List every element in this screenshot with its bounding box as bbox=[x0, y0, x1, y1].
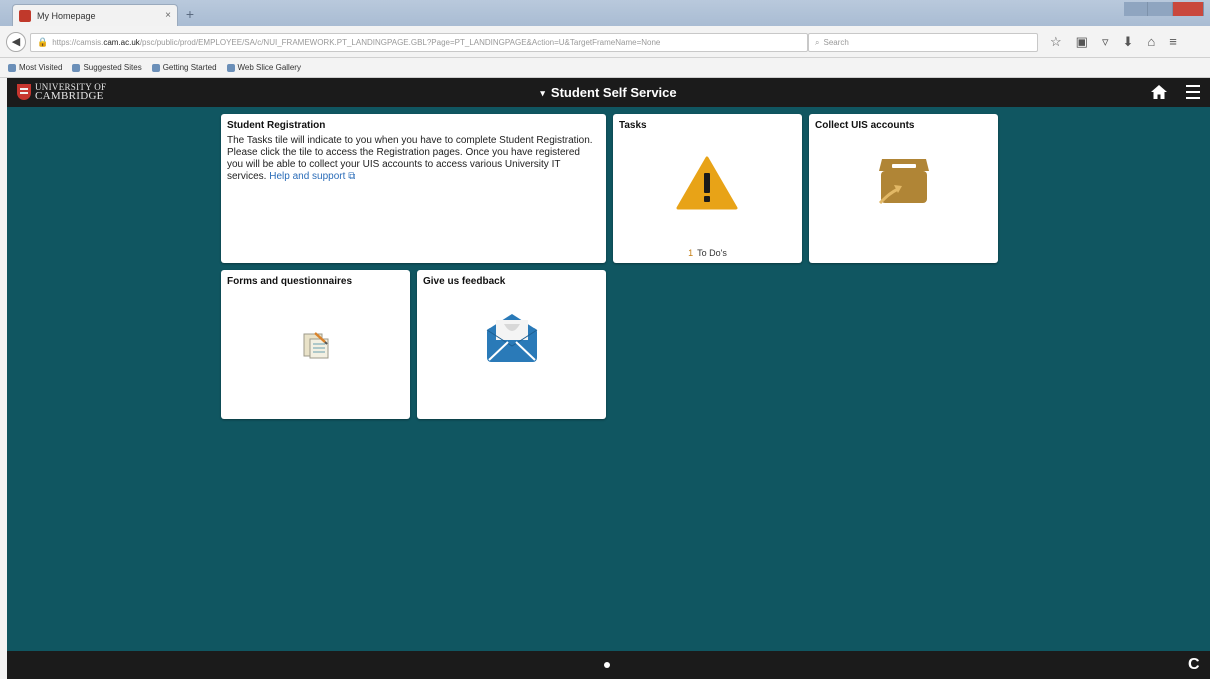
page-title-text: Student Self Service bbox=[550, 85, 677, 100]
envelope-icon bbox=[486, 314, 538, 362]
browser-home-icon[interactable]: ⌂ bbox=[1147, 34, 1155, 50]
chevron-down-icon: ▾ bbox=[540, 88, 545, 98]
maximize-button[interactable] bbox=[1148, 2, 1173, 16]
library-icon[interactable]: ▣ bbox=[1076, 34, 1088, 50]
close-tab-icon[interactable]: × bbox=[165, 10, 171, 21]
bookmark-star-icon[interactable]: ☆ bbox=[1050, 34, 1062, 50]
document-form-icon bbox=[303, 332, 329, 359]
page-title[interactable]: ▾ Student Self Service bbox=[7, 85, 1210, 100]
refresh-icon[interactable]: C bbox=[1188, 656, 1204, 674]
favicon-icon bbox=[19, 9, 31, 22]
bookmarks-bar: Most Visited Suggested Sites Getting Sta… bbox=[0, 58, 1210, 78]
bookmark-web-slice-gallery[interactable]: Web Slice Gallery bbox=[226, 63, 301, 72]
bookmark-icon bbox=[151, 63, 160, 72]
browser-tab-bar: My Homepage × + bbox=[0, 0, 1210, 26]
page-indicator-dot[interactable] bbox=[604, 662, 610, 668]
minimize-button[interactable] bbox=[1124, 2, 1149, 16]
tile-title: Forms and questionnaires bbox=[227, 276, 353, 287]
tile-title: Collect UIS accounts bbox=[815, 120, 915, 131]
browser-tab[interactable]: My Homepage × bbox=[12, 4, 178, 26]
tile-give-us-feedback[interactable]: Give us feedback bbox=[417, 270, 606, 419]
external-link-icon: ⧉ bbox=[348, 171, 356, 182]
help-and-support-link[interactable]: Help and support ⧉ bbox=[269, 171, 355, 182]
hamburger-menu-icon[interactable] bbox=[1186, 85, 1200, 99]
lock-icon: 🔒 bbox=[37, 37, 49, 47]
window-left-edge bbox=[0, 78, 7, 679]
bookmark-icon bbox=[72, 63, 81, 72]
browser-nav-bar: ◀ 🔒 https://camsis. cam.ac.uk/psc/public/… bbox=[0, 26, 1210, 58]
tile-collect-uis-accounts[interactable]: Collect UIS accounts bbox=[809, 114, 998, 263]
url-rest: /psc/public/prod/EMPLOYEE/SA/c/NUI_FRAME… bbox=[139, 38, 661, 47]
tile-description: The Tasks tile will indicate to you when… bbox=[227, 135, 596, 183]
bookmark-icon bbox=[8, 63, 16, 72]
page-footer: C bbox=[7, 651, 1210, 679]
home-icon[interactable] bbox=[1150, 83, 1168, 101]
tile-title: Tasks bbox=[619, 120, 647, 131]
bookmark-icon bbox=[226, 63, 235, 72]
browser-menu-icon[interactable]: ≡ bbox=[1169, 34, 1177, 50]
bookmark-getting-started[interactable]: Getting Started bbox=[151, 63, 217, 72]
search-placeholder: Search bbox=[823, 38, 849, 47]
new-tab-button[interactable]: + bbox=[182, 6, 198, 22]
window-controls bbox=[1124, 2, 1204, 16]
pocket-icon[interactable]: ▿ bbox=[1102, 34, 1109, 50]
todo-count-label: To Do's bbox=[697, 248, 727, 258]
tile-tasks[interactable]: Tasks 1 To Do's bbox=[613, 114, 802, 263]
window-close-button[interactable] bbox=[1172, 2, 1204, 16]
tile-title: Student Registration bbox=[227, 120, 326, 131]
tab-title: My Homepage bbox=[37, 10, 96, 21]
back-button[interactable]: ◀ bbox=[6, 32, 26, 52]
browser-toolbar-icons: ☆ ▣ ▿ ⬇ ⌂ ≡ bbox=[1050, 34, 1177, 50]
page-header: UNIVERSITY OF CAMBRIDGE ▾ Student Self Se… bbox=[7, 78, 1210, 107]
landing-page: Student Registration The Tasks tile will… bbox=[7, 107, 1210, 651]
url-host: cam.ac.uk bbox=[103, 38, 140, 47]
download-icon[interactable]: ⬇ bbox=[1122, 34, 1133, 50]
warning-icon bbox=[676, 156, 738, 210]
tile-student-registration[interactable]: Student Registration The Tasks tile will… bbox=[221, 114, 606, 263]
bookmark-most-visited[interactable]: Most Visited bbox=[8, 63, 62, 72]
tile-forms-and-questionnaires[interactable]: Forms and questionnaires bbox=[221, 270, 410, 419]
url-prefix: https://camsis. bbox=[52, 38, 104, 47]
address-bar[interactable]: 🔒 https://camsis. cam.ac.uk/psc/public/pr… bbox=[30, 33, 808, 52]
search-input[interactable]: ⌕ Search bbox=[808, 33, 1038, 52]
tile-title: Give us feedback bbox=[423, 276, 506, 287]
bookmark-suggested-sites[interactable]: Suggested Sites bbox=[72, 63, 142, 72]
package-box-icon bbox=[878, 159, 929, 205]
todo-count-number: 1 bbox=[688, 248, 694, 258]
todo-count: 1 To Do's bbox=[613, 248, 802, 258]
search-icon: ⌕ bbox=[815, 37, 820, 47]
